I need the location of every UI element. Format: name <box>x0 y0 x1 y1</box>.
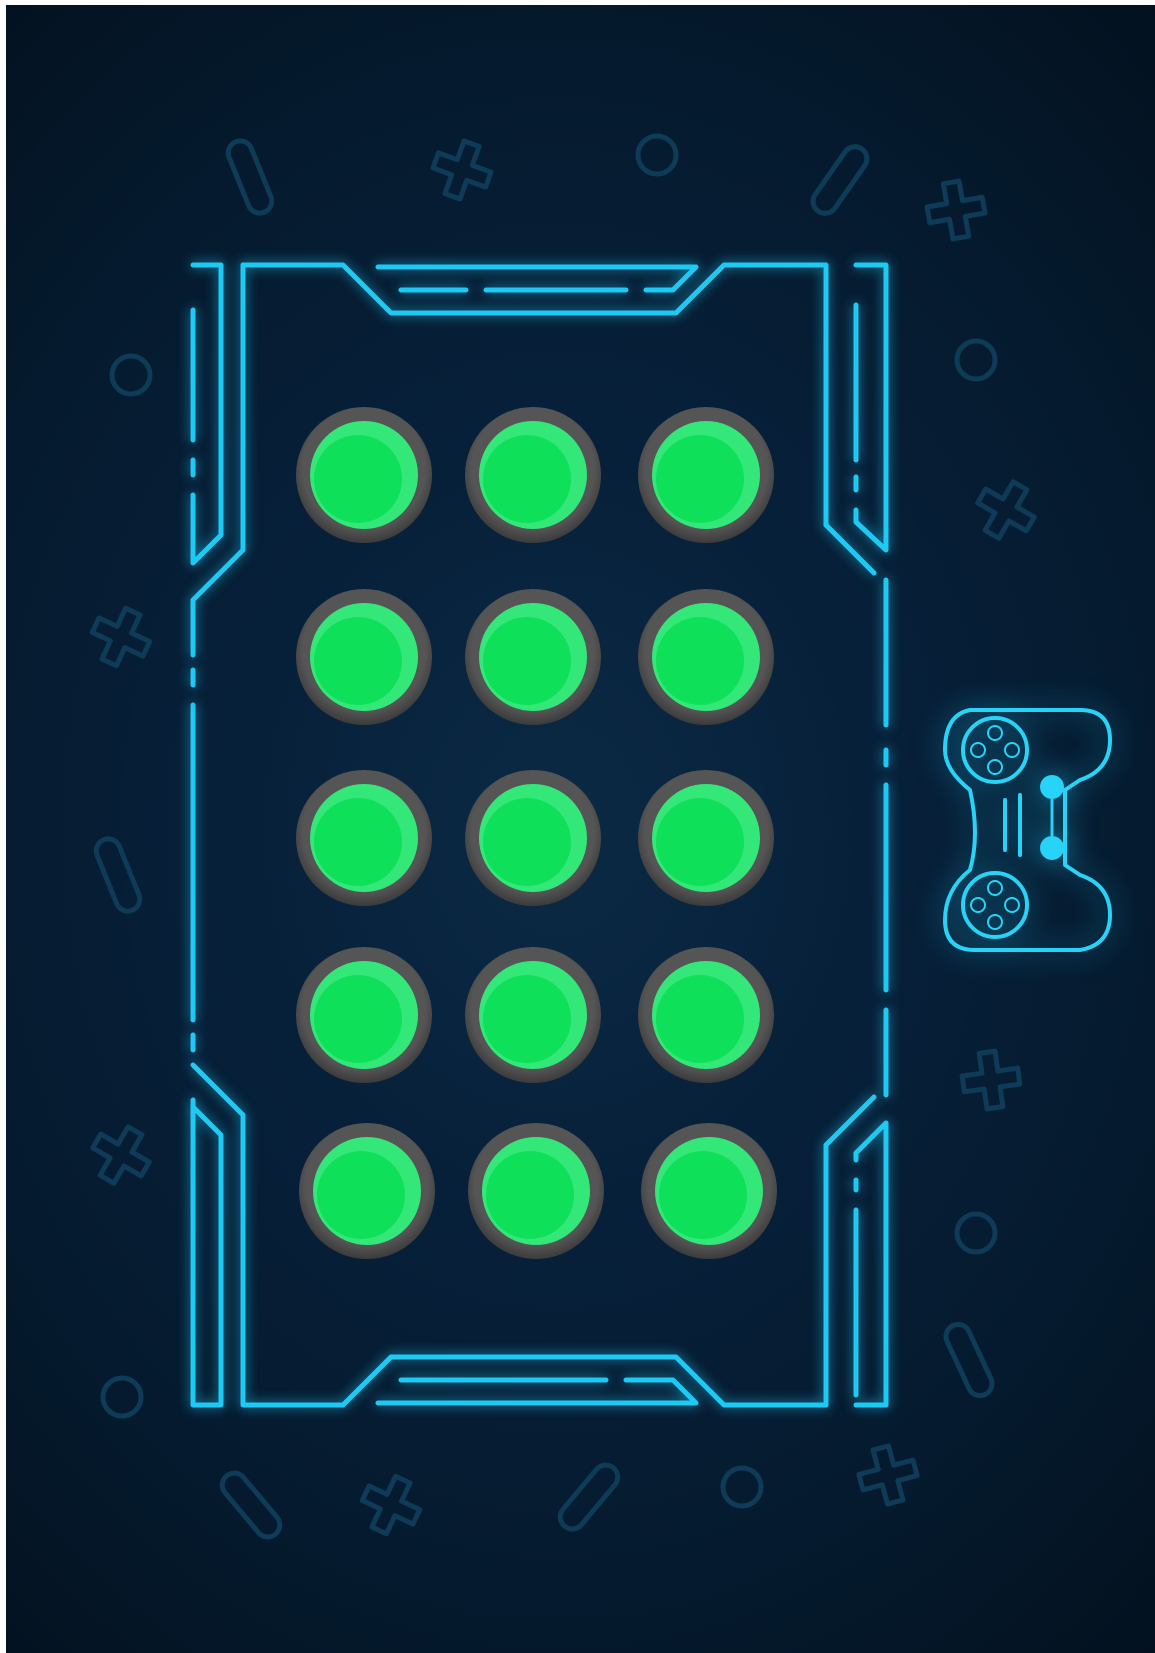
game-button[interactable] <box>465 947 601 1083</box>
cross-icon <box>430 138 494 202</box>
button-core <box>656 435 744 523</box>
button-core <box>314 617 402 705</box>
game-screen <box>6 5 1155 1653</box>
gamepad-icon[interactable] <box>940 695 1120 965</box>
circle-icon <box>954 1211 998 1255</box>
circle-icon <box>954 338 998 382</box>
button-core <box>486 1151 574 1239</box>
button-core <box>483 798 571 886</box>
controller-button-b[interactable] <box>1040 836 1064 860</box>
button-core <box>314 975 402 1063</box>
game-button[interactable] <box>465 770 601 906</box>
cross-icon <box>359 1473 423 1537</box>
button-core <box>483 617 571 705</box>
game-button[interactable] <box>468 1123 604 1259</box>
game-button[interactable] <box>638 589 774 725</box>
button-core <box>656 617 744 705</box>
circle-icon <box>635 133 679 177</box>
game-button[interactable] <box>296 770 432 906</box>
cross-icon <box>924 178 988 242</box>
capsule-icon <box>810 144 870 216</box>
game-button[interactable] <box>638 947 774 1083</box>
cross-icon <box>856 1443 920 1507</box>
game-button[interactable] <box>638 407 774 543</box>
game-button[interactable] <box>465 589 601 725</box>
capsule-icon <box>943 1321 995 1399</box>
button-core <box>659 1151 747 1239</box>
circle-icon <box>100 1375 144 1419</box>
capsule-icon <box>225 138 275 216</box>
button-core <box>483 435 571 523</box>
button-grid <box>296 407 777 1259</box>
game-button[interactable] <box>638 770 774 906</box>
controller-button-a[interactable] <box>1040 775 1064 799</box>
game-button[interactable] <box>296 947 432 1083</box>
circle-icon <box>109 353 153 397</box>
cross-icon <box>89 605 153 669</box>
circle-icon <box>720 1465 764 1509</box>
button-core <box>483 975 571 1063</box>
button-core <box>656 975 744 1063</box>
cross-icon <box>975 479 1037 541</box>
game-button[interactable] <box>296 589 432 725</box>
cross-icon <box>90 1124 152 1186</box>
button-core <box>656 798 744 886</box>
cross-icon <box>959 1048 1023 1112</box>
game-button[interactable] <box>465 407 601 543</box>
game-button[interactable] <box>299 1123 435 1259</box>
game-button[interactable] <box>296 407 432 543</box>
button-core <box>317 1151 405 1239</box>
button-core <box>314 798 402 886</box>
button-core <box>314 435 402 523</box>
capsule-icon <box>219 1470 283 1540</box>
capsule-icon <box>557 1462 621 1532</box>
capsule-icon <box>93 836 143 914</box>
game-button[interactable] <box>641 1123 777 1259</box>
